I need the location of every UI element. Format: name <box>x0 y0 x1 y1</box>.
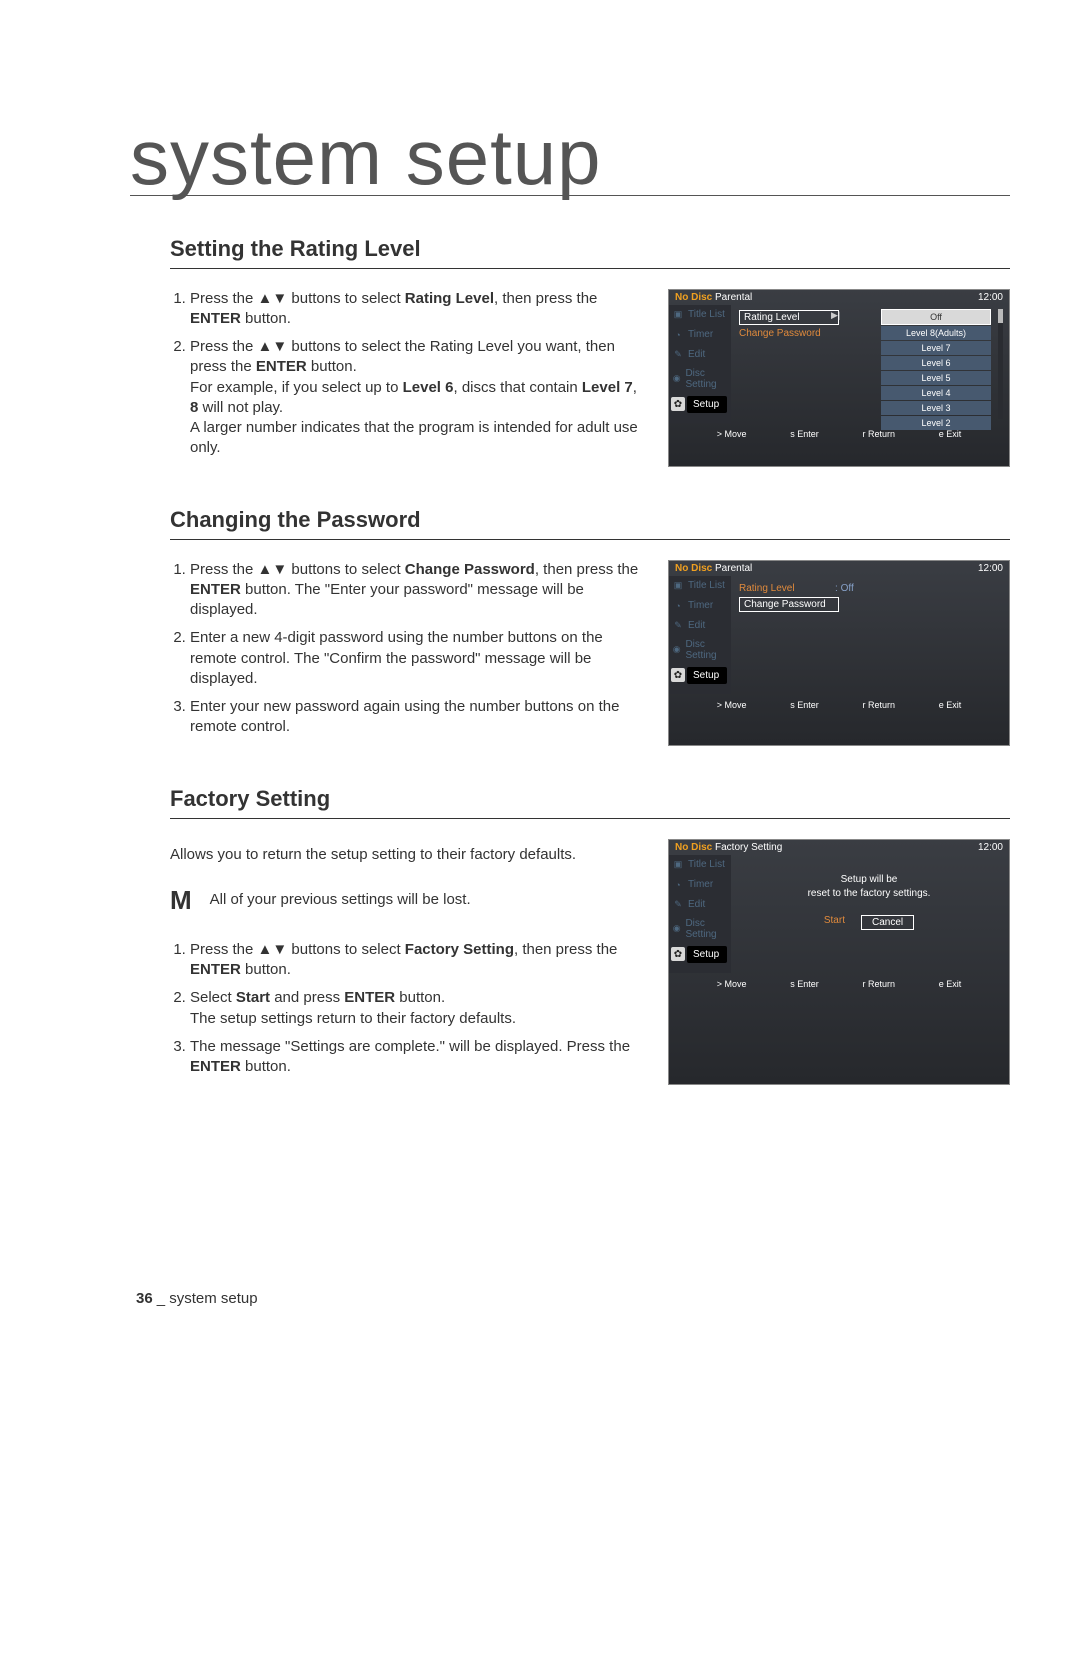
password-heading: Changing the Password <box>170 507 1010 533</box>
no-disc-label: No Disc <box>675 292 712 303</box>
footer-enter: s Enter <box>790 979 819 989</box>
factory-start-button[interactable]: Start <box>824 915 845 930</box>
page-footer-label: _ system setup <box>157 1290 258 1307</box>
setup-icon: ✿ <box>671 668 685 682</box>
level-4[interactable]: Level 4 <box>881 386 991 400</box>
rating-heading: Setting the Rating Level <box>170 236 1010 262</box>
disc-setting-icon: ◉ <box>671 643 682 657</box>
scroll-thumb[interactable] <box>998 309 1003 323</box>
edit-icon: ✎ <box>671 348 685 362</box>
opt-change-password[interactable]: Change Password <box>739 597 839 612</box>
panel-time: 12:00 <box>978 292 1003 303</box>
change-password-panel: No Disc Parental 12:00 ▣Title List ◔Time… <box>668 560 1010 746</box>
sidebar-disc: Disc Setting <box>685 368 729 390</box>
section-divider <box>170 268 1010 269</box>
timer-icon: ◔ <box>671 599 685 613</box>
rating-step-2: Press the ▲▼ buttons to select the Ratin… <box>190 337 648 459</box>
opt-rating-level[interactable]: Rating Level <box>739 310 839 325</box>
footer-move: > Move <box>717 700 747 710</box>
footer-enter: s Enter <box>790 700 819 710</box>
footer-exit: e Exit <box>939 979 962 989</box>
level-7[interactable]: Level 7 <box>881 341 991 355</box>
footer-move: > Move <box>717 429 747 439</box>
sidebar-title-list: Title List <box>688 309 725 320</box>
rating-step-1: Press the ▲▼ buttons to select Rating Le… <box>190 289 648 330</box>
panel-time: 12:00 <box>978 563 1003 574</box>
no-disc-label: No Disc <box>675 563 712 574</box>
factory-intro: Allows you to return the setup setting t… <box>170 845 648 865</box>
footer-return: r Return <box>862 979 895 989</box>
title-list-icon: ▣ <box>671 579 685 593</box>
factory-steps: Press the ▲▼ buttons to select Factory S… <box>170 940 648 1078</box>
edit-icon: ✎ <box>671 898 685 912</box>
scroll-track <box>998 309 1003 419</box>
title-list-icon: ▣ <box>671 308 685 322</box>
edit-icon: ✎ <box>671 619 685 633</box>
sidebar-disc: Disc Setting <box>685 918 729 940</box>
rating-level-panel: No Disc Parental 12:00 ▣Title List ◔Time… <box>668 289 1010 467</box>
sidebar-disc: Disc Setting <box>685 639 729 661</box>
footer-return: r Return <box>862 700 895 710</box>
sidebar-title-list: Title List <box>688 859 725 870</box>
factory-msg-line2: reset to the factory settings. <box>739 887 999 901</box>
password-step-1: Press the ▲▼ buttons to select Change Pa… <box>190 560 648 621</box>
panel-header: No Disc Parental 12:00 <box>669 290 1009 305</box>
page-title: system setup <box>130 130 1010 196</box>
section-divider <box>170 539 1010 540</box>
note-symbol: M <box>170 883 192 918</box>
sidebar-setup[interactable]: Setup <box>687 396 727 413</box>
rating-level-list[interactable]: Off Level 8(Adults) Level 7 Level 6 Leve… <box>881 309 991 431</box>
password-step-2: Enter a new 4-digit password using the n… <box>190 628 648 689</box>
opt-rating-level[interactable]: Rating Level <box>739 583 829 594</box>
password-step-3: Enter your new password again using the … <box>190 697 648 738</box>
factory-setting-panel: No Disc Factory Setting 12:00 ▣Title Lis… <box>668 839 1010 1086</box>
section-divider <box>170 818 1010 819</box>
password-steps: Press the ▲▼ buttons to select Change Pa… <box>170 560 648 738</box>
factory-step-2: Select Start and press ENTER button.The … <box>190 988 648 1029</box>
sidebar-title-list: Title List <box>688 580 725 591</box>
level-6[interactable]: Level 6 <box>881 356 991 370</box>
timer-icon: ◔ <box>671 878 685 892</box>
level-8[interactable]: Level 8(Adults) <box>881 326 991 340</box>
sidebar-timer: Timer <box>688 879 713 890</box>
pointer-icon: ▶| <box>831 310 840 321</box>
opt-rating-level-value: Off <box>835 583 854 594</box>
no-disc-label: No Disc <box>675 842 712 853</box>
setup-icon: ✿ <box>671 397 685 411</box>
footer-exit: e Exit <box>939 700 962 710</box>
factory-step-3: The message "Settings are complete." wil… <box>190 1037 648 1078</box>
sidebar-timer: Timer <box>688 329 713 340</box>
sidebar-timer: Timer <box>688 600 713 611</box>
sidebar-edit: Edit <box>688 899 705 910</box>
panel-sidebar: ▣Title List ◔Timer ✎Edit ◉Disc Setting ✿… <box>669 305 731 423</box>
level-2[interactable]: Level 2 <box>881 416 991 430</box>
sidebar-edit: Edit <box>688 620 705 631</box>
panel-title: Parental <box>715 292 752 303</box>
factory-msg-line1: Setup will be <box>739 873 999 887</box>
opt-change-password[interactable]: Change Password <box>739 328 829 339</box>
footer-enter: s Enter <box>790 429 819 439</box>
factory-heading: Factory Setting <box>170 786 1010 812</box>
level-off[interactable]: Off <box>881 309 991 325</box>
sidebar-setup[interactable]: Setup <box>687 667 727 684</box>
panel-title: Factory Setting <box>715 842 782 853</box>
title-list-icon: ▣ <box>671 858 685 872</box>
timer-icon: ◔ <box>671 328 685 342</box>
note-text: All of your previous settings will be lo… <box>210 890 471 910</box>
sidebar-setup[interactable]: Setup <box>687 946 727 963</box>
factory-cancel-button[interactable]: Cancel <box>861 915 914 930</box>
panel-time: 12:00 <box>978 842 1003 853</box>
setup-icon: ✿ <box>671 947 685 961</box>
panel-title: Parental <box>715 563 752 574</box>
disc-setting-icon: ◉ <box>671 922 682 936</box>
page-number: 36 <box>136 1290 153 1307</box>
level-5[interactable]: Level 5 <box>881 371 991 385</box>
level-3[interactable]: Level 3 <box>881 401 991 415</box>
sidebar-edit: Edit <box>688 349 705 360</box>
footer-move: > Move <box>717 979 747 989</box>
factory-step-1: Press the ▲▼ buttons to select Factory S… <box>190 940 648 981</box>
rating-steps: Press the ▲▼ buttons to select Rating Le… <box>170 289 648 459</box>
disc-setting-icon: ◉ <box>671 372 682 386</box>
page-footer: 36_ system setup <box>136 1290 258 1307</box>
